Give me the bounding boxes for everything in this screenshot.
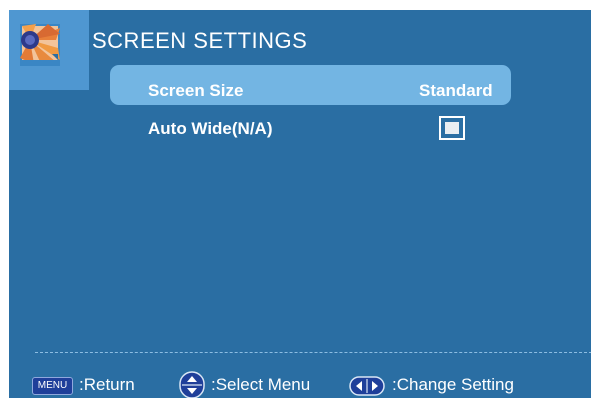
help-bar: MENU :Return :Select Menu :Change Settin… bbox=[9, 368, 591, 398]
footer-divider bbox=[35, 352, 591, 353]
screen-size-value[interactable]: Standard bbox=[419, 81, 493, 101]
change-setting-hint: :Change Setting bbox=[392, 375, 514, 394]
page-title: SCREEN SETTINGS bbox=[92, 28, 308, 53]
up-down-arrows-icon bbox=[179, 371, 205, 398]
auto-wide-checkbox[interactable] bbox=[439, 116, 465, 140]
menu-key-icon: MENU bbox=[32, 377, 73, 395]
screen-size-label: Screen Size bbox=[148, 81, 244, 100]
thumbnail-panel bbox=[9, 10, 89, 90]
auto-wide-label: Auto Wide(N/A) bbox=[148, 119, 273, 138]
checkbox-fill bbox=[445, 122, 459, 134]
sunflower-picture-icon bbox=[20, 24, 60, 66]
select-menu-hint: :Select Menu bbox=[211, 375, 311, 394]
osd-screen: SCREEN SETTINGS Screen Size Standard Aut… bbox=[9, 10, 591, 398]
left-right-arrows-icon bbox=[349, 376, 385, 396]
return-hint: :Return bbox=[79, 375, 135, 394]
